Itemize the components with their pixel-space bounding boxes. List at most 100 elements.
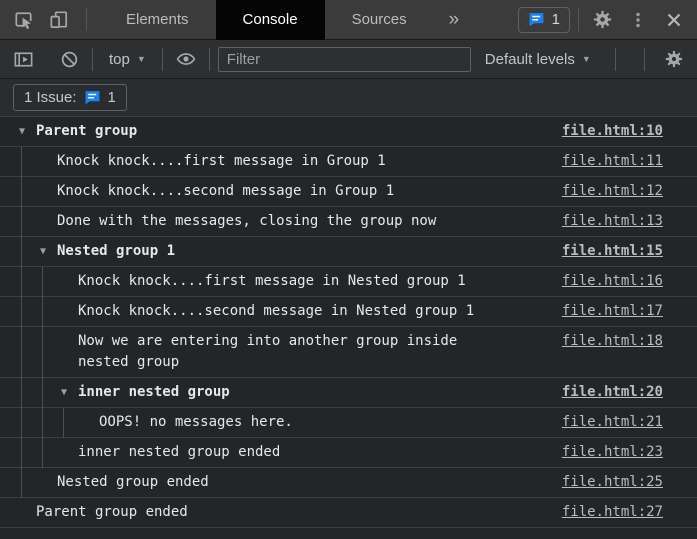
message-text: OOPS! no messages here. [99, 412, 293, 433]
console-message-row: ▼ Parent group file.html:10 [0, 117, 697, 147]
console-settings-button[interactable] [659, 44, 689, 74]
filter-input[interactable] [218, 47, 471, 72]
log-levels-selector[interactable]: Default levels ▼ [477, 45, 599, 73]
console-message-row: inner nested group ended file.html:23 [0, 438, 697, 468]
console-messages-pane[interactable]: ▼ Parent group file.html:10 Knock knock.… [0, 117, 697, 539]
source-link[interactable]: file.html:23 [550, 442, 663, 463]
issues-count: 1 [552, 11, 560, 28]
group-indent-guide [21, 468, 22, 498]
group-indent-guide [42, 267, 43, 297]
context-label: top [109, 51, 130, 68]
console-message-row: Knock knock....second message in Nested … [0, 297, 697, 327]
group-indent-guide [42, 438, 43, 468]
ban-circle-icon [59, 49, 80, 70]
console-message-row: ▼ Nested group 1 file.html:15 [0, 237, 697, 267]
group-indent-guide [21, 438, 22, 468]
tab-console[interactable]: Console [216, 0, 325, 40]
tab-sources[interactable]: Sources [325, 0, 434, 40]
console-toolbar: top ▼ Default levels ▼ [0, 40, 697, 79]
sidebar-panel-icon [12, 48, 35, 71]
source-link[interactable]: file.html:15 [550, 241, 663, 262]
source-link[interactable]: file.html:16 [550, 271, 663, 292]
source-link[interactable]: file.html:20 [550, 382, 663, 403]
source-link[interactable]: file.html:25 [550, 472, 663, 493]
source-link[interactable]: file.html:10 [550, 121, 663, 142]
group-indent-guide [63, 408, 64, 438]
message-text: inner nested group [78, 382, 230, 403]
disclosure-triangle-icon[interactable]: ▼ [40, 245, 46, 259]
divider [162, 48, 163, 71]
group-indent-guide [21, 177, 22, 207]
group-indent-guide [21, 147, 22, 177]
levels-label: Default levels [485, 51, 575, 68]
console-message-row: Knock knock....first message in Nested g… [0, 267, 697, 297]
group-indent-guide [42, 297, 43, 327]
group-indent-guide [42, 408, 43, 438]
message-text: Knock knock....second message in Nested … [78, 301, 474, 322]
device-toolbar-button[interactable] [44, 5, 74, 35]
disclosure-triangle-icon[interactable]: ▼ [19, 125, 25, 139]
issues-counter-button[interactable]: 1 [518, 7, 570, 33]
divider [209, 48, 210, 71]
chat-bubble-icon [84, 89, 101, 106]
group-indent-guide [21, 267, 22, 297]
issues-bar-button[interactable]: 1 Issue: 1 [13, 84, 127, 111]
eye-icon [175, 48, 197, 70]
inspect-element-button[interactable] [8, 5, 38, 35]
console-message-row: Now we are entering into another group i… [0, 327, 697, 378]
device-toolbar-icon [48, 8, 71, 31]
console-message-row: OOPS! no messages here. file.html:21 [0, 408, 697, 438]
message-text: Nested group ended [57, 472, 209, 493]
group-indent-guide [21, 408, 22, 438]
clear-console-button[interactable] [54, 44, 84, 74]
devtools-window: Elements Console Sources » 1 [0, 0, 697, 539]
javascript-context-selector[interactable]: top ▼ [101, 45, 154, 73]
divider [578, 8, 579, 31]
source-link[interactable]: file.html:11 [550, 151, 663, 172]
source-link[interactable]: file.html:27 [550, 502, 663, 523]
kebab-menu-icon [629, 11, 647, 29]
divider [644, 48, 645, 71]
close-icon [666, 12, 682, 28]
console-sidebar-toggle-button[interactable] [8, 44, 38, 74]
chat-bubble-icon [528, 11, 545, 28]
console-message-row: Parent group ended file.html:27 [0, 498, 697, 528]
chevron-down-icon: ▼ [582, 54, 591, 64]
console-message-row: Nested group ended file.html:25 [0, 468, 697, 498]
live-expression-button[interactable] [171, 44, 201, 74]
console-message-row: ▼ inner nested group file.html:20 [0, 378, 697, 408]
source-link[interactable]: file.html:18 [550, 331, 663, 352]
issues-bar-count: 1 [108, 89, 116, 106]
source-link[interactable]: file.html:21 [550, 412, 663, 433]
message-text: Knock knock....first message in Nested g… [78, 271, 466, 292]
group-indent-guide [42, 378, 43, 408]
group-indent-guide [21, 297, 22, 327]
close-devtools-button[interactable] [659, 5, 689, 35]
group-indent-guide [21, 378, 22, 408]
tab-elements[interactable]: Elements [99, 0, 216, 40]
source-link[interactable]: file.html:13 [550, 211, 663, 232]
gear-icon [592, 9, 613, 30]
settings-button[interactable] [587, 5, 617, 35]
console-message-row: Knock knock....first message in Group 1 … [0, 147, 697, 177]
chevron-down-icon: ▼ [137, 54, 146, 64]
message-text: Parent group [36, 121, 137, 142]
message-text: inner nested group ended [78, 442, 280, 463]
disclosure-triangle-icon[interactable]: ▼ [61, 386, 67, 400]
gear-icon [664, 49, 684, 69]
console-message-row: Done with the messages, closing the grou… [0, 207, 697, 237]
console-message-row: Knock knock....second message in Group 1… [0, 177, 697, 207]
more-tabs-button[interactable]: » [434, 0, 475, 40]
divider [92, 48, 93, 71]
group-indent-guide [42, 327, 43, 378]
message-text: Done with the messages, closing the grou… [57, 211, 436, 232]
issues-bar: 1 Issue: 1 [0, 79, 697, 117]
source-link[interactable]: file.html:17 [550, 301, 663, 322]
divider [86, 8, 87, 31]
inspect-cursor-icon [12, 8, 35, 31]
source-link[interactable]: file.html:12 [550, 181, 663, 202]
message-text: Parent group ended [36, 502, 188, 523]
message-text: Nested group 1 [57, 241, 175, 262]
group-indent-guide [21, 207, 22, 237]
more-options-button[interactable] [623, 5, 653, 35]
